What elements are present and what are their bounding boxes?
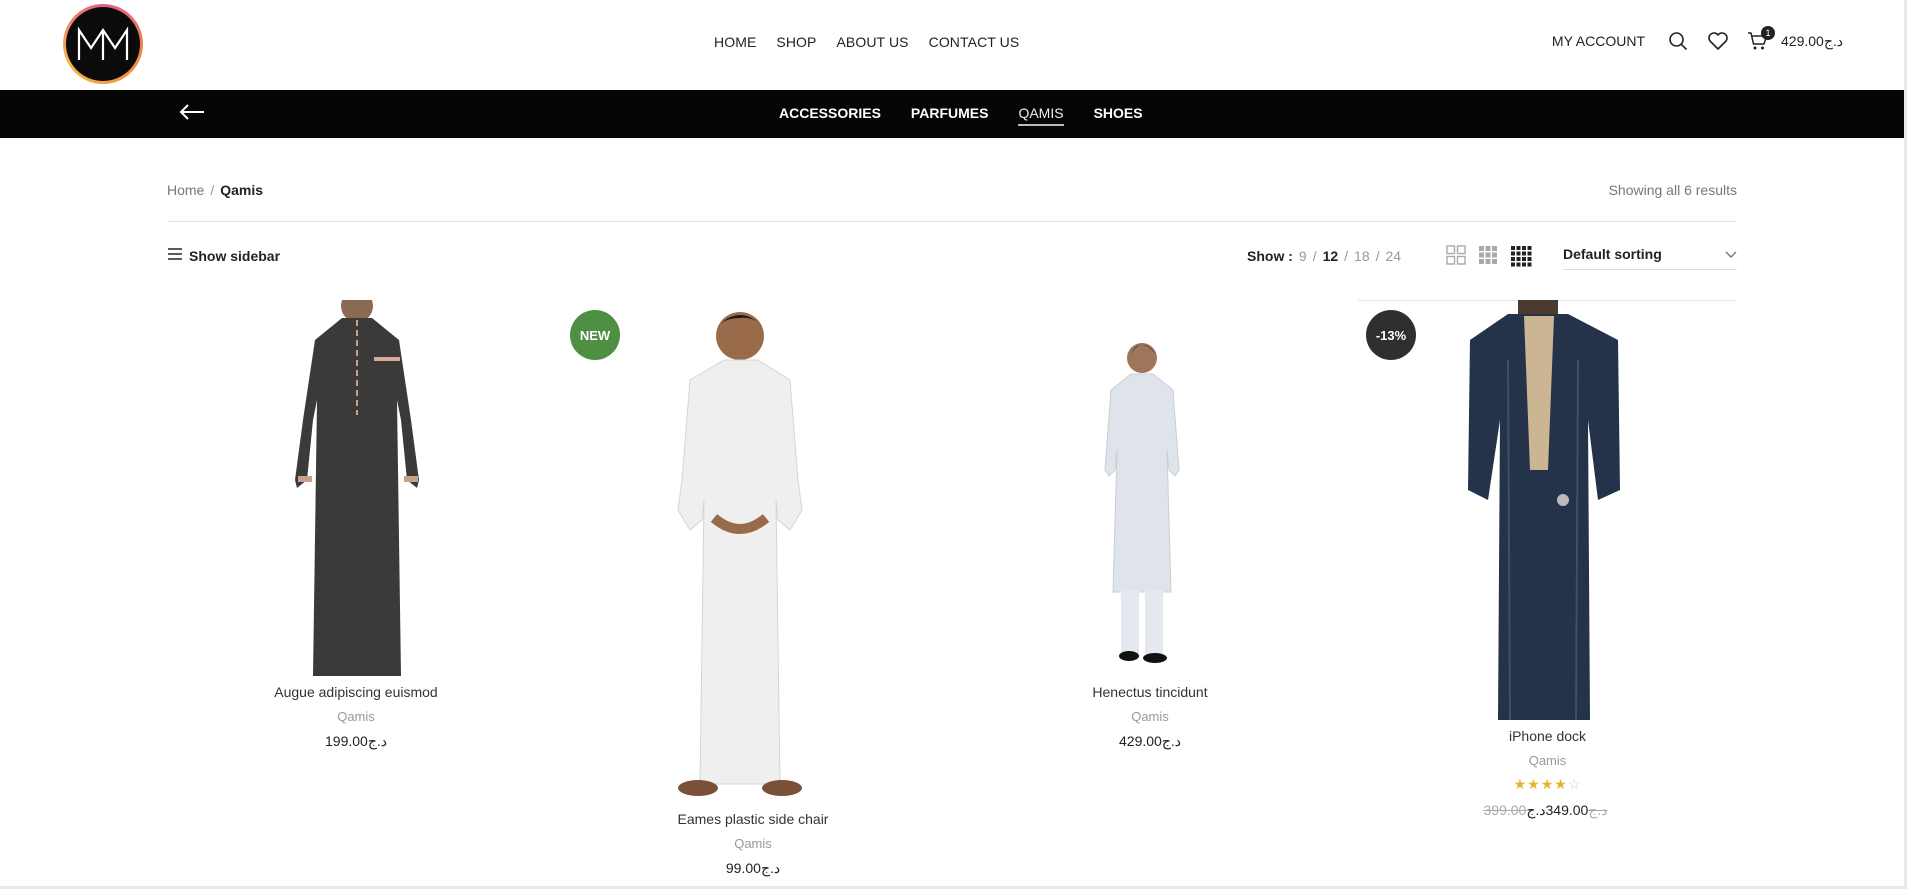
divider — [167, 221, 1737, 222]
grid-view-switcher — [1446, 245, 1532, 272]
category-bar: ACCESSORIES PARFUMES QAMIS SHOES — [0, 90, 1907, 138]
product-card[interactable]: Augue adipiscing euismod Qamis 199.00د.ج — [167, 290, 545, 750]
search-icon[interactable] — [1665, 28, 1691, 54]
product-category[interactable]: Qamis — [1358, 753, 1737, 768]
sale-badge: -13% — [1366, 310, 1416, 360]
site-header: HOME SHOP ABOUT US CONTACT US MY ACCOUNT… — [0, 0, 1907, 90]
product-price: 399.00د.ج349.00د.ج — [1358, 802, 1737, 819]
product-image[interactable]: -13% — [1358, 300, 1737, 722]
star-icon: ★ — [1540, 776, 1555, 792]
cart-total[interactable]: 429.00د.ج — [1781, 33, 1843, 50]
cart-icon[interactable]: 1 — [1745, 26, 1775, 54]
star-icon: ★ — [1554, 776, 1568, 792]
heart-icon[interactable] — [1705, 28, 1731, 54]
breadcrumb-current: Qamis — [220, 182, 264, 198]
product-card[interactable]: Henectus tincidunt Qamis 429.00د.ج — [961, 300, 1339, 750]
product-card[interactable]: NEW Eames plastic side chair Qamis 99.00… — [564, 300, 942, 877]
chevron-down-icon — [1725, 246, 1737, 262]
product-name[interactable]: iPhone dock — [1358, 728, 1737, 744]
per-page-9[interactable]: 9 — [1299, 248, 1307, 264]
product-image[interactable] — [961, 300, 1339, 678]
per-page-18[interactable]: 18 — [1354, 248, 1370, 264]
product-image[interactable] — [167, 290, 545, 678]
new-badge: NEW — [570, 310, 620, 360]
main-nav: HOME SHOP ABOUT US CONTACT US — [714, 34, 1019, 50]
product-price: 99.00د.ج — [725, 860, 781, 876]
product-category[interactable]: Qamis — [167, 709, 545, 724]
grid-2-icon[interactable] — [1446, 245, 1466, 272]
grid-3-icon[interactable] — [1478, 245, 1498, 272]
per-page-24[interactable]: 24 — [1386, 248, 1402, 264]
grid-4-icon[interactable] — [1510, 245, 1532, 272]
sort-label: Default sorting — [1563, 246, 1662, 262]
category-parfumes[interactable]: PARFUMES — [911, 105, 989, 126]
sort-select[interactable]: Default sorting — [1563, 246, 1737, 270]
product-image[interactable]: NEW — [564, 300, 942, 805]
star-icon: ★ — [1513, 776, 1528, 792]
show-sidebar-button[interactable]: Show sidebar — [167, 247, 280, 264]
logo-mm-glyph — [77, 26, 129, 60]
category-accessories[interactable]: ACCESSORIES — [779, 105, 881, 126]
breadcrumb-home[interactable]: Home — [167, 182, 204, 198]
nav-home[interactable]: HOME — [714, 34, 756, 50]
product-card[interactable]: -13% iPhone dock Qamis ★★★★☆ 399.00د.ج34… — [1358, 300, 1737, 819]
nav-shop[interactable]: SHOP — [776, 34, 816, 50]
per-page-label: Show : — [1247, 248, 1293, 264]
category-shoes[interactable]: SHOES — [1094, 105, 1143, 126]
site-logo[interactable] — [63, 4, 143, 84]
product-category[interactable]: Qamis — [961, 709, 1339, 724]
product-category[interactable]: Qamis — [564, 836, 942, 851]
my-account-link[interactable]: MY ACCOUNT — [1552, 33, 1645, 49]
breadcrumb-separator: / — [210, 182, 215, 198]
star-icon: ★ — [1527, 776, 1541, 792]
per-page-selector: Show : 9/ 12/ 18/ 24 — [1247, 248, 1402, 264]
nav-about-us[interactable]: ABOUT US — [836, 34, 908, 50]
breadcrumb: Home / Qamis — [167, 182, 263, 198]
nav-contact-us[interactable]: CONTACT US — [929, 34, 1020, 50]
menu-icon — [167, 247, 183, 264]
product-name[interactable]: Henectus tincidunt — [961, 684, 1339, 700]
category-nav: ACCESSORIES PARFUMES QAMIS SHOES — [779, 105, 1143, 126]
arrow-left-icon[interactable] — [178, 102, 206, 127]
star-rating: ★★★★☆ — [1358, 776, 1737, 793]
product-price: 429.00د.ج — [1119, 733, 1181, 749]
sale-price: 349.00د.ج — [1526, 802, 1589, 818]
results-count: Showing all 6 results — [1608, 182, 1737, 198]
product-name[interactable]: Eames plastic side chair — [564, 811, 942, 827]
star-empty-icon: ☆ — [1567, 776, 1582, 792]
category-qamis[interactable]: QAMIS — [1018, 105, 1064, 126]
product-name[interactable]: Augue adipiscing euismod — [167, 684, 545, 700]
header-actions: MY ACCOUNT 1 429.00د.ج — [1552, 26, 1843, 54]
per-page-12[interactable]: 12 — [1323, 248, 1339, 264]
logo-mark — [66, 7, 140, 81]
product-price: 199.00د.ج — [325, 733, 387, 749]
cart-count-badge: 1 — [1761, 26, 1775, 40]
show-sidebar-label: Show sidebar — [189, 247, 281, 264]
